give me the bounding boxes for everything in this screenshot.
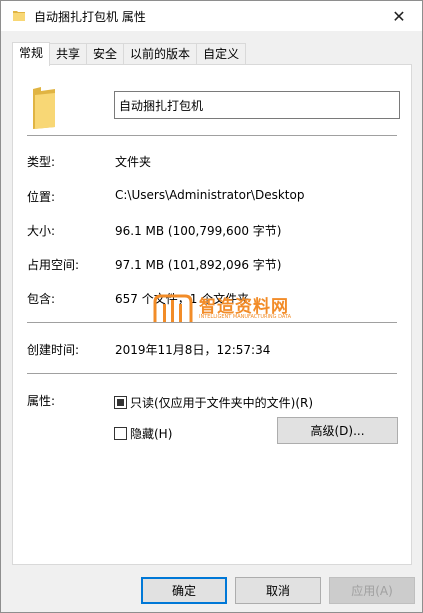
hidden-label: 隐藏(H) [130, 427, 173, 441]
general-panel: 类型: 文件夹 位置: C:\Users\Administrator\Deskt… [12, 64, 412, 565]
contains-value: 657 个文件，1 个文件夹 [115, 292, 250, 306]
created-value: 2019年11月8日，12:57:34 [115, 343, 271, 357]
tab-customize[interactable]: 自定义 [196, 43, 247, 65]
readonly-checkbox-row[interactable]: 只读(仅应用于文件夹中的文件)(R) [114, 394, 313, 411]
divider [27, 322, 397, 323]
type-value: 文件夹 [115, 155, 152, 169]
divider [27, 135, 397, 136]
folder-name-input[interactable] [114, 91, 400, 119]
type-label: 类型: [27, 155, 56, 169]
hidden-checkbox[interactable] [114, 427, 127, 440]
location-value: C:\Users\Administrator\Desktop [115, 188, 305, 202]
tab-sharing[interactable]: 共享 [49, 43, 88, 65]
advanced-button[interactable]: 高级(D)... [277, 417, 398, 444]
close-button[interactable]: ✕ [376, 1, 422, 31]
properties-window: 自动捆扎打包机 属性 ✕ 常规 共享 安全 以前的版本 自定义 类型: 文件夹 … [0, 0, 423, 613]
watermark-subtext: INTELLIGENT MANUFACTURING DATA [199, 314, 292, 320]
apply-button[interactable]: 应用(A) [329, 577, 415, 604]
tab-security[interactable]: 安全 [86, 43, 125, 65]
tab-bar: 常规 共享 安全 以前的版本 自定义 [12, 42, 247, 66]
size-value: 96.1 MB (100,799,600 字节) [115, 224, 282, 238]
tab-previous-versions[interactable]: 以前的版本 [123, 43, 198, 65]
readonly-checkbox[interactable] [114, 396, 127, 409]
location-label: 位置: [27, 190, 56, 204]
folder-icon [13, 11, 25, 21]
disk-size-label: 占用空间: [27, 258, 80, 272]
created-label: 创建时间: [27, 343, 80, 357]
folder-icon [33, 87, 55, 129]
contains-label: 包含: [27, 292, 56, 306]
size-label: 大小: [27, 224, 56, 238]
hidden-checkbox-row[interactable]: 隐藏(H) [114, 425, 172, 442]
title-bar[interactable]: 自动捆扎打包机 属性 ✕ [1, 1, 422, 31]
ok-button[interactable]: 确定 [141, 577, 227, 604]
tab-general[interactable]: 常规 [12, 42, 51, 66]
attributes-label: 属性: [27, 394, 56, 408]
readonly-label: 只读(仅应用于文件夹中的文件)(R) [130, 396, 314, 410]
disk-size-value: 97.1 MB (101,892,096 字节) [115, 258, 282, 272]
window-title: 自动捆扎打包机 属性 [34, 10, 146, 24]
close-icon: ✕ [392, 6, 406, 26]
divider [27, 373, 397, 374]
cancel-button[interactable]: 取消 [235, 577, 321, 604]
